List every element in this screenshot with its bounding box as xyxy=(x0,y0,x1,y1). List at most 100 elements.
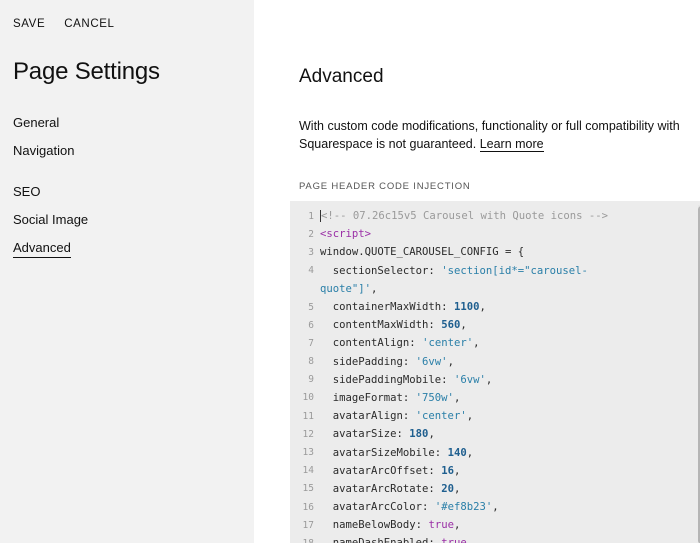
code-token: '750w' xyxy=(415,391,454,404)
code-token: avatarArcRotate: xyxy=(320,482,442,495)
code-token: , xyxy=(453,519,461,532)
line-number: 12 xyxy=(302,428,314,440)
line-number: 6 xyxy=(308,319,314,331)
line-number: 2 xyxy=(308,228,314,240)
code-token: , xyxy=(466,410,474,423)
code-token: , xyxy=(492,501,499,514)
code-token: , xyxy=(467,537,473,543)
code-token: sidePadding: xyxy=(320,355,416,368)
line-number: 15 xyxy=(302,483,314,495)
code-line: 16 avatarArcColor: '#ef8b23', xyxy=(290,498,608,516)
code-token: sidePaddingMobile: xyxy=(320,373,454,386)
code-lines: 1 <!-- 07.26c15v5 Carousel with Quote ico… xyxy=(290,207,608,543)
code-token: , xyxy=(466,446,474,459)
code-token: avatarAlign: xyxy=(320,410,416,423)
code-token: <!-- 07.26c15v5 Carousel with Quote icon… xyxy=(321,210,609,223)
code-token: contentMaxWidth: xyxy=(320,319,442,332)
code-token: , xyxy=(447,355,454,368)
code-token: true xyxy=(428,519,454,532)
description-line-1: With custom code modifications, function… xyxy=(299,119,680,133)
code-line: 13 avatarSizeMobile: 140, xyxy=(290,443,608,461)
line-number: 17 xyxy=(302,519,314,531)
sidebar-item-general[interactable]: General xyxy=(13,115,59,130)
code-token: 180 xyxy=(409,428,429,441)
code-token: , xyxy=(453,391,461,404)
code-line: 10 imageFormat: '750w', xyxy=(290,389,608,407)
code-token: , xyxy=(473,337,480,350)
line-number: 16 xyxy=(302,501,314,513)
code-token: 140 xyxy=(447,446,467,459)
code-token: 16 xyxy=(441,464,454,477)
code-token: avatarArcColor: xyxy=(320,501,435,514)
code-injection-label: PAGE HEADER CODE INJECTION xyxy=(299,181,471,192)
code-token: , xyxy=(479,301,486,314)
code-token: 20 xyxy=(441,482,454,495)
main-panel: Advanced With custom code modifications,… xyxy=(254,0,700,543)
code-line: 1 <!-- 07.26c15v5 Carousel with Quote ico… xyxy=(290,207,608,225)
line-number: 3 xyxy=(308,246,314,258)
line-number: 13 xyxy=(302,447,314,459)
sidebar-toolbar: SAVE CANCEL xyxy=(13,18,115,30)
code-token: '6vw' xyxy=(453,373,486,386)
page-title: Page Settings xyxy=(13,58,160,85)
line-number: 5 xyxy=(308,301,314,313)
code-line: 17 nameBelowBody: true, xyxy=(290,516,608,534)
learn-more-link[interactable]: Learn more xyxy=(479,137,544,152)
line-number: 1 xyxy=(308,210,314,222)
line-number: 7 xyxy=(308,337,314,349)
code-token: , xyxy=(453,482,461,495)
code-line: 15 avatarArcRotate: 20, xyxy=(290,480,608,498)
line-number: 9 xyxy=(308,374,314,386)
code-token: quote"]' xyxy=(320,282,372,295)
code-token: 1100 xyxy=(453,301,480,314)
sidebar-item-navigation[interactable]: Navigation xyxy=(13,143,74,158)
code-token: 'center' xyxy=(415,410,467,423)
line-number: 18 xyxy=(290,538,320,543)
code-line: 6 contentMaxWidth: 560, xyxy=(290,316,608,334)
description-line-2: Squarespace is not guaranteed. xyxy=(299,137,480,151)
code-line: 8 sidePadding: '6vw', xyxy=(290,353,608,371)
code-line: 7 contentAlign: 'center', xyxy=(290,334,608,352)
code-token: <script> xyxy=(320,228,372,241)
code-token: containerMaxWidth: xyxy=(320,301,454,314)
code-line: 3 window.QUOTE_CAROUSEL_CONFIG = { xyxy=(290,243,608,261)
code-token: nameBelowBody: xyxy=(320,519,429,532)
code-token: sectionSelector: xyxy=(320,264,442,277)
code-line: 5 containerMaxWidth: 1100, xyxy=(290,298,608,316)
section-title: Advanced xyxy=(299,66,384,87)
sidebar-item-seo[interactable]: SEO xyxy=(13,184,40,199)
code-line: 9 sidePaddingMobile: '6vw', xyxy=(290,371,608,389)
code-token: '6vw' xyxy=(415,355,448,368)
sidebar-item-advanced[interactable]: Advanced xyxy=(13,240,71,258)
line-number: 8 xyxy=(308,356,314,368)
code-token: , xyxy=(428,428,435,441)
code-token: contentAlign: xyxy=(320,337,423,350)
save-button[interactable]: SAVE xyxy=(13,18,45,30)
code-token: '#ef8b23' xyxy=(434,501,493,514)
line-number: 14 xyxy=(302,465,314,477)
code-line: 14 avatarArcOffset: 16, xyxy=(290,462,608,480)
code-line: 4 sectionSelector: 'section[id*="carouse… xyxy=(290,262,608,280)
code-token: true xyxy=(441,537,467,543)
code-token: 560 xyxy=(441,319,461,332)
line-number: 10 xyxy=(302,392,314,404)
code-token: , xyxy=(371,282,378,295)
code-line: quote"]', xyxy=(290,280,608,298)
code-token: , xyxy=(453,464,461,477)
code-token: 'center' xyxy=(422,337,474,350)
code-token: avatarSizeMobile: xyxy=(320,446,448,459)
code-token: nameDashEnabled: xyxy=(320,537,441,543)
settings-sidebar: SAVE CANCEL Page Settings General Naviga… xyxy=(0,0,254,543)
code-line: 2 <script> xyxy=(290,225,608,243)
code-token: imageFormat: xyxy=(320,391,416,404)
code-editor[interactable]: 1 <!-- 07.26c15v5 Carousel with Quote ico… xyxy=(290,201,700,543)
code-line: 12 avatarSize: 180, xyxy=(290,425,608,443)
code-line: 11 avatarAlign: 'center', xyxy=(290,407,608,425)
sidebar-item-social-image[interactable]: Social Image xyxy=(13,212,88,227)
code-token: , xyxy=(460,319,467,332)
cancel-button[interactable]: CANCEL xyxy=(64,18,114,30)
code-token: avatarArcOffset: xyxy=(320,464,442,477)
code-token: avatarSize: xyxy=(320,428,410,441)
line-number: 11 xyxy=(302,410,314,422)
code-token: window.QUOTE_CAROUSEL_CONFIG = { xyxy=(320,246,525,259)
